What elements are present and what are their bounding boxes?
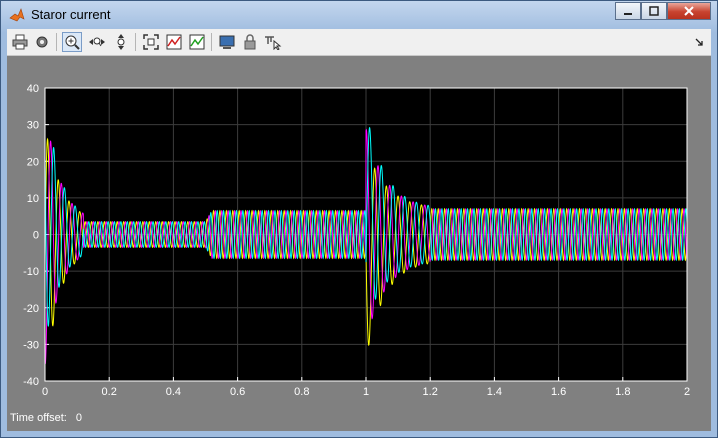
- y-tick-label: 0: [33, 230, 39, 242]
- x-tick-label: 0.2: [102, 386, 117, 398]
- x-tick-label: 1.2: [423, 386, 438, 398]
- maximize-button[interactable]: [641, 2, 667, 20]
- time-offset-status: Time offset: 0: [10, 412, 88, 424]
- print-icon: [12, 34, 28, 50]
- maximize-icon: [649, 6, 659, 16]
- floating-scope-icon: [219, 35, 235, 49]
- parameters-button[interactable]: [32, 32, 52, 52]
- signal-selection-icon: [265, 36, 282, 50]
- scope-window: Staror current 0 0.2 0.4 0.6 0.8 1 1.2 1…: [0, 0, 718, 438]
- close-icon: [684, 6, 694, 16]
- zoom-y-icon: [117, 34, 125, 50]
- scope-plot-area: 0 0.2 0.4 0.6 0.8 1 1.2 1.4 1.6 1.8 2 40 30 20 10 0 -10 -…: [7, 56, 711, 431]
- zoom-x-icon: [89, 37, 105, 47]
- y-tick-label: 10: [27, 193, 39, 205]
- scope-axes[interactable]: 0 0.2 0.4 0.6 0.8 1 1.2 1.4 1.6 1.8 2 40 30 20 10 0 -10 -…: [7, 56, 711, 431]
- toolbar-overflow-button[interactable]: [691, 32, 707, 52]
- x-tick-label: 2: [684, 386, 690, 398]
- time-offset-value: 0: [75, 412, 83, 424]
- toolbar-separator: [56, 33, 57, 51]
- x-tick-label: 0.8: [294, 386, 309, 398]
- y-tick-label: -10: [23, 266, 39, 278]
- window-title: Staror current: [31, 7, 111, 22]
- save-axes-settings-icon: [166, 34, 182, 50]
- arrow-down-right-icon: [695, 38, 703, 46]
- window-controls: [615, 2, 711, 22]
- y-tick-label: -20: [23, 303, 39, 315]
- minimize-button[interactable]: [615, 2, 641, 20]
- y-tick-label: -30: [23, 339, 39, 351]
- lock-axes-button[interactable]: [240, 32, 260, 52]
- x-tick-label: 1.6: [551, 386, 566, 398]
- y-tick-label: 30: [27, 120, 39, 132]
- lock-axes-icon: [244, 34, 256, 50]
- scope-toolbar: [7, 29, 711, 56]
- y-tick-label: 20: [27, 156, 39, 168]
- restore-axes-settings-icon: [189, 34, 205, 50]
- x-tick-label: 1.4: [487, 386, 502, 398]
- signal-selection-button[interactable]: [263, 32, 283, 52]
- y-tick-label: -40: [23, 376, 39, 388]
- zoom-x-button[interactable]: [87, 32, 107, 52]
- toolbar-separator: [135, 33, 136, 51]
- print-button[interactable]: [10, 32, 30, 52]
- x-tick-label: 0: [42, 386, 48, 398]
- toolbar-separator: [211, 33, 212, 51]
- zoom-y-button[interactable]: [111, 32, 131, 52]
- zoom-in-icon: [65, 35, 80, 50]
- x-tick-label: 1.8: [615, 386, 630, 398]
- x-tick-label: 1: [363, 386, 369, 398]
- save-axes-settings-button[interactable]: [164, 32, 184, 52]
- x-tick-label: 0.4: [166, 386, 181, 398]
- x-tick-label: 0.6: [230, 386, 245, 398]
- matlab-logo-icon: [9, 8, 25, 22]
- autoscale-icon: [143, 34, 159, 50]
- floating-scope-button[interactable]: [217, 32, 237, 52]
- title-bar[interactable]: Staror current: [1, 1, 717, 29]
- settings-gear-icon: [36, 36, 48, 48]
- close-button[interactable]: [667, 2, 711, 20]
- zoom-in-button[interactable]: [62, 32, 82, 52]
- time-offset-label: Time offset:: [10, 412, 67, 424]
- y-tick-label: 40: [27, 83, 39, 95]
- restore-axes-settings-button[interactable]: [187, 32, 207, 52]
- minimize-icon: [624, 13, 632, 15]
- autoscale-button[interactable]: [141, 32, 161, 52]
